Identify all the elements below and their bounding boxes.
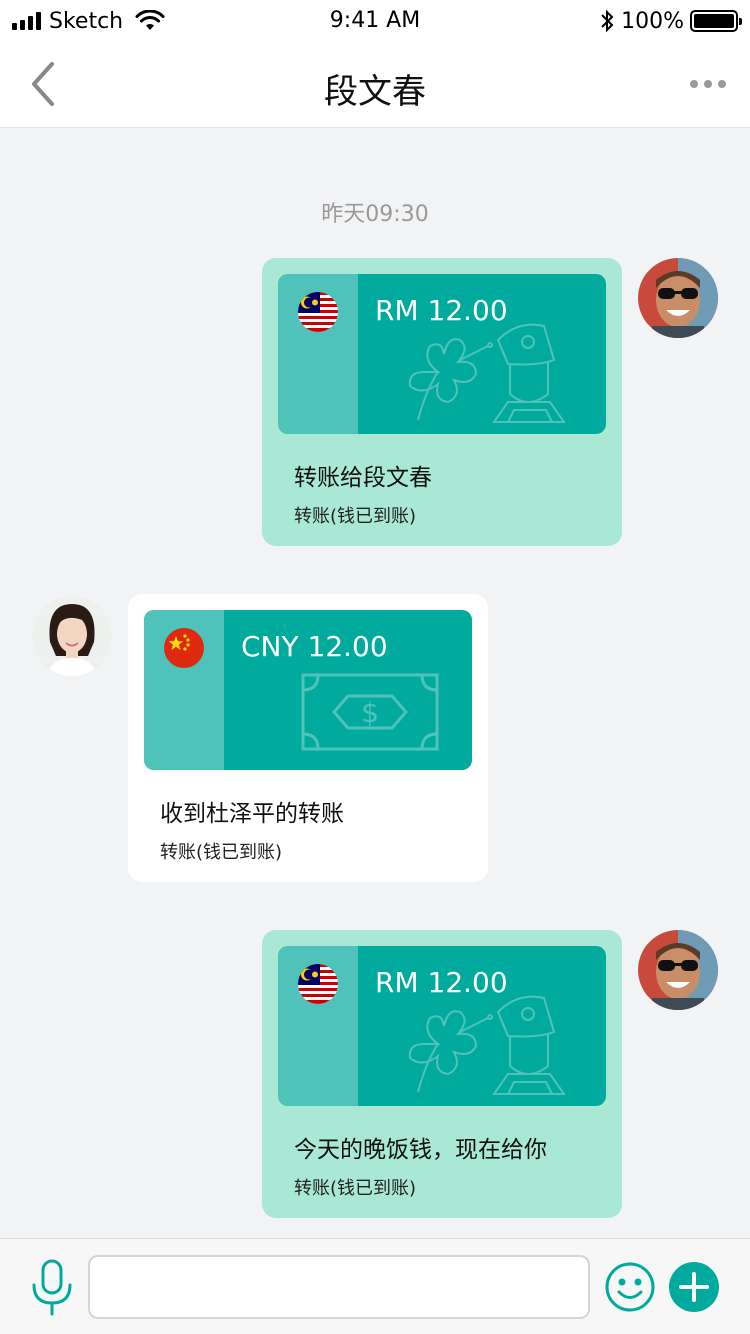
chat-timestamp: 昨天09:30	[321, 202, 429, 227]
input-bar	[0, 1238, 750, 1334]
transfer-status: 转账(钱已到账)	[294, 1178, 417, 1199]
bluetooth-icon	[601, 9, 614, 33]
nav-bar: 段文春	[0, 40, 750, 128]
avatar-man-image	[638, 258, 718, 338]
malaysia-flag-icon	[298, 292, 338, 332]
transfer-card[interactable]: CNY 12.00 $	[144, 610, 472, 770]
my-avatar[interactable]	[638, 258, 718, 338]
battery-fill	[694, 14, 734, 28]
malaysia-flag-icon	[298, 964, 338, 1004]
transfer-card[interactable]: RM 12.00	[278, 274, 606, 434]
received-transfer-bubble[interactable]: CNY 12.00 $ 收到杜泽平的转账 转账(钱已到账)	[128, 594, 488, 882]
hibiscus-landmark-illustration	[408, 995, 566, 1095]
page-title: 段文春	[324, 72, 426, 112]
smiley-icon	[605, 1262, 655, 1312]
message-title: 今天的晚饭钱，现在给你	[294, 1137, 547, 1163]
china-flag-icon	[164, 628, 204, 668]
battery-percent: 100%	[621, 8, 684, 34]
more-horizontal-icon	[690, 80, 698, 88]
transfer-status: 转账(钱已到账)	[160, 842, 283, 863]
transfer-amount: CNY 12.00	[241, 630, 388, 663]
microphone-button[interactable]	[28, 1259, 76, 1317]
status-bar: Sketch 9:41 AM 100%	[0, 0, 750, 40]
avatar-woman-image	[32, 596, 112, 676]
message-title: 转账给段文春	[294, 465, 432, 491]
battery-icon	[690, 10, 742, 32]
transfer-message-bubble[interactable]: RM 12.00 转账给段文春 转账(钱已到账)	[262, 258, 622, 546]
chevron-left-icon	[32, 62, 54, 106]
hibiscus-landmark-illustration	[408, 323, 566, 423]
more-dot	[718, 80, 726, 88]
more-dot	[704, 80, 712, 88]
transfer-message-bubble[interactable]: RM 12.00 今天的晚饭钱，现在给你 转账(钱已到账)	[262, 930, 622, 1218]
transfer-status: 转账(钱已到账)	[294, 506, 417, 527]
back-button[interactable]	[22, 62, 66, 106]
my-avatar[interactable]	[638, 930, 718, 1010]
more-actions-button[interactable]	[668, 1261, 720, 1313]
message-title: 收到杜泽平的转账	[160, 801, 344, 827]
contact-avatar[interactable]	[32, 596, 112, 676]
message-input[interactable]	[88, 1255, 590, 1319]
plus-circle-icon	[669, 1262, 719, 1312]
microphone-icon	[32, 1259, 72, 1316]
more-button[interactable]	[690, 80, 726, 88]
transfer-card[interactable]: RM 12.00	[278, 946, 606, 1106]
banknote-illustration: $	[301, 673, 439, 751]
svg-text:$: $	[361, 696, 379, 729]
status-right: 100%	[599, 8, 742, 34]
emoji-button[interactable]	[604, 1261, 656, 1313]
avatar-man-image	[638, 930, 718, 1010]
